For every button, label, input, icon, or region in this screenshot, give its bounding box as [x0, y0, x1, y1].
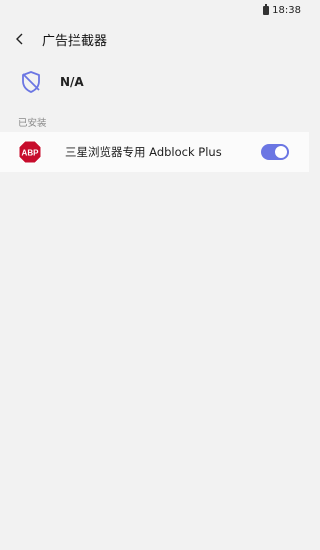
battery-icon: [263, 3, 270, 15]
installed-section-header: 已安装: [18, 118, 47, 129]
extension-label: 三星浏览器专用 Adblock Plus: [65, 145, 222, 159]
chevron-left-icon: [16, 33, 23, 45]
shield-off-icon: [22, 71, 40, 93]
status-bar: 18:38: [0, 0, 309, 20]
shield-icon-container: [0, 70, 62, 94]
abp-logo-text: ABP: [22, 149, 40, 158]
back-button[interactable]: [0, 22, 40, 56]
blocker-status-text: N/A: [60, 75, 84, 89]
page-title: 广告拦截器: [42, 33, 108, 49]
header: 广告拦截器: [0, 22, 309, 56]
adblock-plus-toggle[interactable]: [261, 144, 289, 160]
blocker-status: N/A: [0, 60, 309, 104]
status-time: 18:38: [272, 4, 301, 16]
extension-row-adblock-plus[interactable]: ABP 三星浏览器专用 Adblock Plus: [0, 132, 309, 172]
toggle-knob: [274, 145, 288, 159]
adblock-plus-logo: ABP: [18, 140, 42, 164]
